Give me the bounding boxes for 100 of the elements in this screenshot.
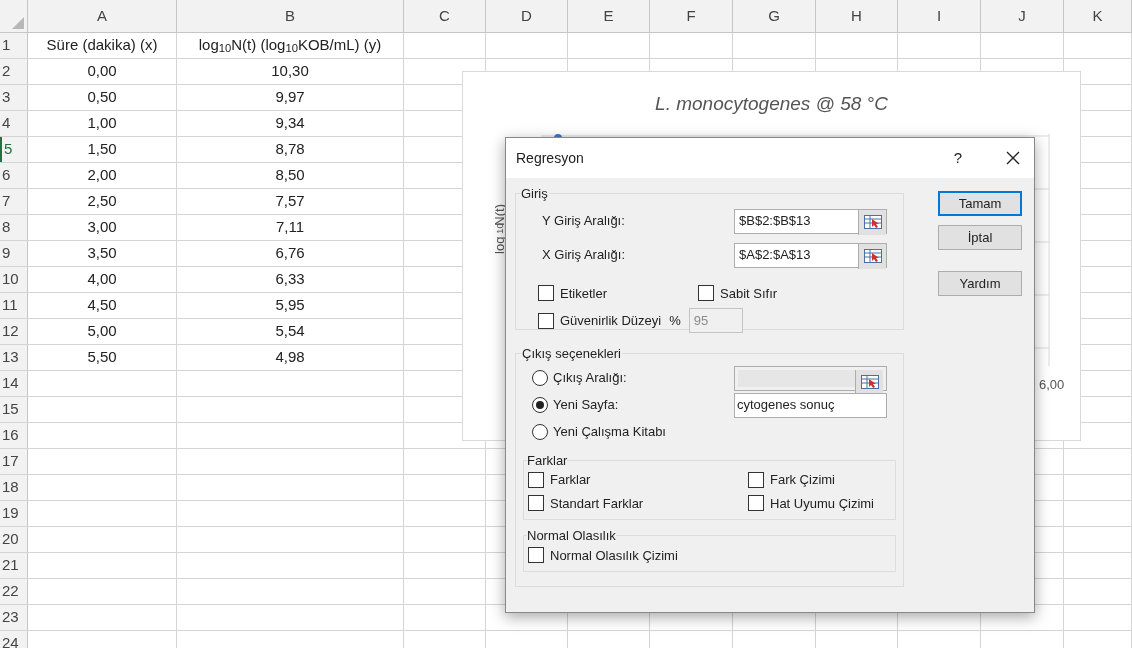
row-header[interactable]: 20 [0,527,28,552]
checkbox-label: Hat Uyumu Çizimi [770,494,874,513]
table-cell: 0,00 [28,59,177,84]
radio-label: Çıkış Aralığı: [553,369,627,388]
row-header[interactable]: 12 [0,319,28,344]
output-input-field[interactable]: cytogenes sonuç [734,392,887,418]
table-cell: 6,76 [177,241,404,266]
row-header[interactable]: 15 [0,397,28,422]
column-header[interactable]: G [733,0,816,32]
row-header[interactable]: 9 [0,241,28,266]
row-header[interactable]: 21 [0,553,28,578]
row-header[interactable]: 7 [0,189,28,214]
table-cell: 9,34 [177,111,404,136]
radio-label: Yeni Çalışma Kitabı [553,423,666,442]
radio-label: Yeni Sayfa: [553,396,619,415]
close-icon[interactable] [1006,151,1020,165]
table-cell: 5,54 [177,319,404,344]
dialog-button[interactable]: Yardım [938,271,1022,296]
column-header[interactable]: F [650,0,733,32]
checkbox[interactable] [528,471,544,488]
radio-button[interactable] [532,424,548,440]
range-select-icon [860,375,879,389]
row-header[interactable]: 18 [0,475,28,500]
field-label: Y Giriş Aralığı: [541,212,625,231]
column-header[interactable]: K [1064,0,1132,32]
table-cell: 10,30 [177,59,404,84]
checkbox[interactable] [538,285,554,302]
table-cell: 5,50 [28,345,177,370]
table-cell: 5,95 [177,293,404,318]
table-cell: Süre (dakika) (x) [28,33,177,58]
row-header[interactable]: 5 [0,137,28,162]
row-header[interactable]: 23 [0,605,28,630]
checkbox-label: Etiketler [560,284,607,303]
row-header[interactable]: 13 [0,345,28,370]
table-cell: 3,00 [28,215,177,240]
range-select-icon [863,249,882,263]
checkbox-label: Fark Çizimi [770,471,835,489]
row-header[interactable]: 8 [0,215,28,240]
chart-title: L. monocytogenes @ 58 °C [655,92,888,116]
table-cell: 5,00 [28,319,177,344]
dialog-button[interactable]: Tamam [938,191,1022,216]
table-cell: 2,00 [28,163,177,188]
table-cell: 6,33 [177,267,404,292]
corner-triangle-icon [12,17,24,29]
range-input-field[interactable]: $A$2:$A$13 [734,242,887,268]
group-legend: Normal Olasılık [527,526,616,546]
table-cell: 4,50 [28,293,177,318]
checkbox-label: Güvenirlik Düzeyi [560,311,662,330]
column-header[interactable]: C [404,0,486,32]
range-input-field[interactable]: $B$2:$B$13 [734,208,887,234]
row-header[interactable]: 16 [0,423,28,448]
column-header[interactable]: E [568,0,650,32]
row-header[interactable]: 4 [0,111,28,136]
checkbox[interactable] [528,547,544,564]
row-header[interactable]: 3 [0,85,28,110]
column-header[interactable]: H [816,0,898,32]
column-header[interactable]: I [898,0,981,32]
column-header[interactable]: A [28,0,177,32]
table-cell: 1,50 [28,137,177,162]
column-header[interactable]: J [981,0,1064,32]
field-label: X Giriş Aralığı: [541,246,626,265]
radio-button[interactable] [532,370,548,386]
column-header[interactable]: B [177,0,404,32]
table-cell: 3,50 [28,241,177,266]
group-legend: Giriş [520,184,549,204]
row-header[interactable]: 14 [0,371,28,396]
checkbox[interactable] [698,285,714,302]
row-header[interactable]: 17 [0,449,28,474]
row-header[interactable]: 6 [0,163,28,188]
table-cell: 9,97 [177,85,404,110]
table-cell: 1,00 [28,111,177,136]
percent-sign: % [669,311,681,330]
checkbox-label: Farklar [550,471,591,489]
row-header[interactable]: 2 [0,59,28,84]
radio-button[interactable] [532,397,548,413]
checkbox[interactable] [528,495,544,512]
table-cell: 8,50 [177,163,404,188]
row-header[interactable]: 1 [0,33,28,58]
row-header[interactable]: 22 [0,579,28,604]
row-header[interactable]: 10 [0,267,28,292]
range-picker-button[interactable] [858,209,886,235]
help-button[interactable]: ? [953,146,962,170]
table-cell: 8,78 [177,137,404,162]
dialog-button[interactable]: İptal [938,225,1022,250]
group-legend: Çıkış seçenekleri [521,344,622,364]
table-cell: 2,50 [28,189,177,214]
table-cell: 4,00 [28,267,177,292]
row-header[interactable]: 24 [0,631,28,648]
checkbox[interactable] [748,495,764,512]
row-header[interactable]: 19 [0,501,28,526]
column-header[interactable]: D [486,0,568,32]
table-cell: log$_{10}$N(t) (log$_{10}$KOB/mL) (y) [177,33,404,58]
table-cell: 0,50 [28,85,177,110]
checkbox[interactable] [748,471,764,488]
table-cell: 7,11 [177,215,404,240]
range-select-icon [863,215,882,229]
row-header[interactable]: 11 [0,293,28,318]
checkbox-label: Sabit Sıfır [720,284,778,303]
range-picker-button[interactable] [858,243,886,269]
checkbox-label: Standart Farklar [550,494,644,513]
